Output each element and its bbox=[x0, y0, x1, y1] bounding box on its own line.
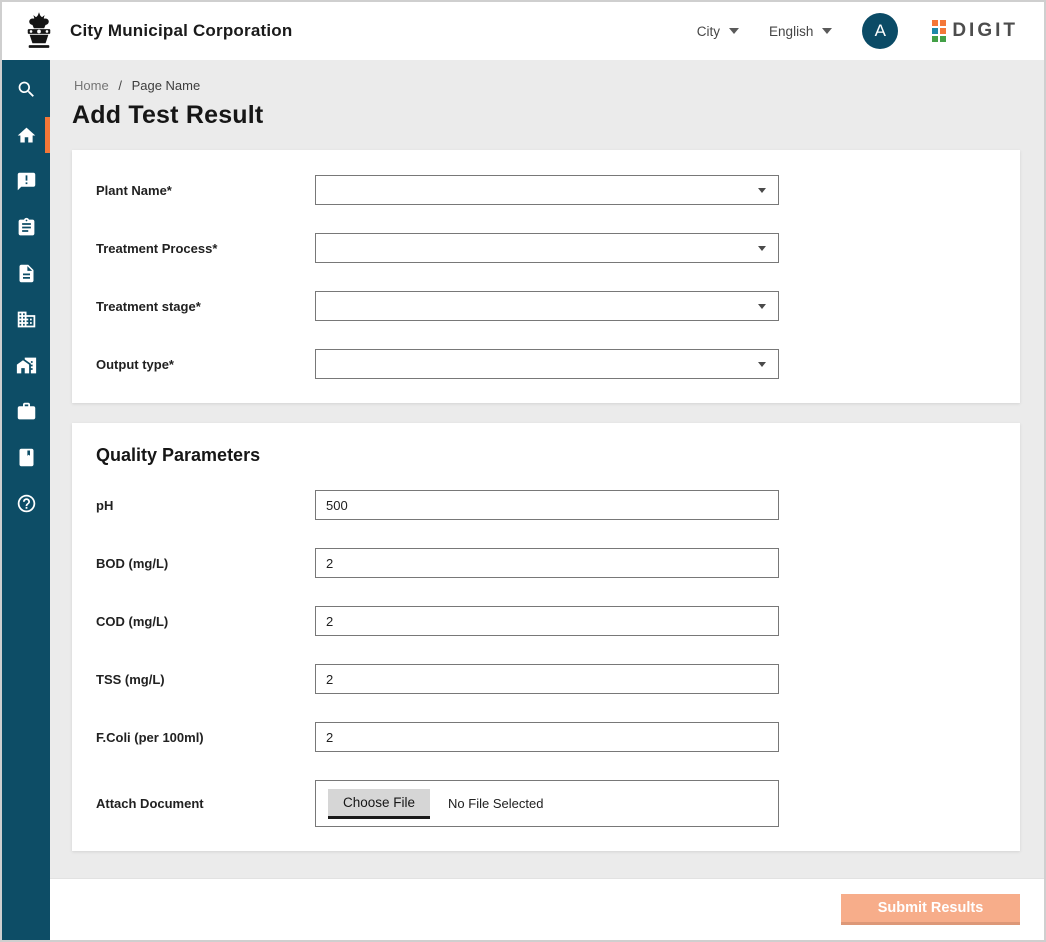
file-upload-field: Choose File No File Selected bbox=[315, 780, 779, 827]
plant-details-card: Plant Name* Treatment Process* bbox=[72, 150, 1020, 403]
city-selector-label: City bbox=[697, 24, 720, 39]
attach-document-label: Attach Document bbox=[96, 796, 315, 811]
dropdown-arrow-icon bbox=[758, 188, 766, 193]
form-row-cod: COD (mg/L) bbox=[96, 606, 996, 636]
sidebar-item-search[interactable] bbox=[2, 66, 50, 112]
breadcrumb: Home / Page Name bbox=[74, 78, 1020, 93]
sidebar bbox=[2, 60, 50, 940]
tss-input[interactable] bbox=[315, 664, 779, 694]
sidebar-item-properties[interactable] bbox=[2, 342, 50, 388]
main-content: Home / Page Name Add Test Result Plant N… bbox=[50, 60, 1044, 878]
language-selector[interactable]: English bbox=[769, 24, 832, 39]
home-work-icon bbox=[16, 355, 37, 376]
form-row-tss: TSS (mg/L) bbox=[96, 664, 996, 694]
top-header: City Municipal Corporation City English … bbox=[2, 2, 1044, 60]
breadcrumb-separator: / bbox=[118, 78, 122, 93]
dropdown-arrow-icon bbox=[758, 304, 766, 309]
ph-input[interactable] bbox=[315, 490, 779, 520]
digit-logo: DIGIT bbox=[932, 20, 1018, 42]
sidebar-item-work[interactable] bbox=[2, 388, 50, 434]
submit-results-button[interactable]: Submit Results bbox=[841, 894, 1020, 925]
national-emblem-logo bbox=[24, 11, 54, 51]
ph-label: pH bbox=[96, 498, 315, 513]
digit-logo-icon bbox=[932, 20, 946, 42]
avatar[interactable]: A bbox=[862, 13, 898, 49]
sidebar-item-help[interactable] bbox=[2, 480, 50, 526]
breadcrumb-home[interactable]: Home bbox=[74, 78, 109, 93]
form-row-attach-document: Attach Document Choose File No File Sele… bbox=[96, 780, 996, 827]
app-window: City Municipal Corporation City English … bbox=[0, 0, 1046, 942]
clipboard-icon bbox=[16, 217, 37, 238]
dropdown-arrow-icon bbox=[758, 246, 766, 251]
breadcrumb-current: Page Name bbox=[132, 78, 201, 93]
book-icon bbox=[16, 447, 37, 468]
bod-label: BOD (mg/L) bbox=[96, 556, 315, 571]
cod-input[interactable] bbox=[315, 606, 779, 636]
treatment-stage-label: Treatment stage* bbox=[96, 299, 315, 314]
choose-file-button[interactable]: Choose File bbox=[328, 789, 430, 819]
fcoli-input[interactable] bbox=[315, 722, 779, 752]
language-selector-label: English bbox=[769, 24, 813, 39]
sidebar-item-reports[interactable] bbox=[2, 434, 50, 480]
search-icon bbox=[16, 79, 37, 100]
sidebar-item-assignments[interactable] bbox=[2, 204, 50, 250]
chevron-down-icon bbox=[729, 28, 739, 34]
treatment-process-label: Treatment Process* bbox=[96, 241, 315, 256]
chevron-down-icon bbox=[822, 28, 832, 34]
sidebar-item-documents[interactable] bbox=[2, 250, 50, 296]
fcoli-label: F.Coli (per 100ml) bbox=[96, 730, 315, 745]
form-row-ph: pH bbox=[96, 490, 996, 520]
briefcase-icon bbox=[16, 401, 37, 422]
file-status-text: No File Selected bbox=[448, 796, 543, 811]
form-row-fcoli: F.Coli (per 100ml) bbox=[96, 722, 996, 752]
output-type-label: Output type* bbox=[96, 357, 315, 372]
sidebar-item-complaints[interactable] bbox=[2, 158, 50, 204]
quality-parameters-title: Quality Parameters bbox=[96, 445, 996, 466]
plant-name-select[interactable] bbox=[315, 175, 779, 205]
building-icon bbox=[16, 309, 37, 330]
plant-name-label: Plant Name* bbox=[96, 183, 315, 198]
digit-logo-text: DIGIT bbox=[952, 20, 1018, 42]
sidebar-item-business[interactable] bbox=[2, 296, 50, 342]
treatment-process-select[interactable] bbox=[315, 233, 779, 263]
bod-input[interactable] bbox=[315, 548, 779, 578]
output-type-select[interactable] bbox=[315, 349, 779, 379]
header-brand-group: City Municipal Corporation bbox=[24, 11, 292, 51]
tss-label: TSS (mg/L) bbox=[96, 672, 315, 687]
form-row-treatment-stage: Treatment stage* bbox=[96, 291, 996, 321]
form-row-plant-name: Plant Name* bbox=[96, 175, 996, 205]
treatment-stage-select[interactable] bbox=[315, 291, 779, 321]
app-title: City Municipal Corporation bbox=[70, 21, 292, 41]
document-icon bbox=[16, 263, 37, 284]
header-actions: City English A DIGIT bbox=[697, 13, 1018, 49]
form-row-output-type: Output type* bbox=[96, 349, 996, 379]
form-row-bod: BOD (mg/L) bbox=[96, 548, 996, 578]
dropdown-arrow-icon bbox=[758, 362, 766, 367]
help-icon bbox=[16, 493, 37, 514]
quality-parameters-card: Quality Parameters pH BOD (mg/L) COD (mg… bbox=[72, 423, 1020, 851]
city-selector[interactable]: City bbox=[697, 24, 739, 39]
home-icon bbox=[16, 125, 37, 146]
cod-label: COD (mg/L) bbox=[96, 614, 315, 629]
action-bar: Submit Results bbox=[50, 878, 1044, 940]
form-row-treatment-process: Treatment Process* bbox=[96, 233, 996, 263]
announcement-icon bbox=[16, 171, 37, 192]
page-title: Add Test Result bbox=[72, 101, 1020, 130]
sidebar-item-home[interactable] bbox=[2, 112, 50, 158]
